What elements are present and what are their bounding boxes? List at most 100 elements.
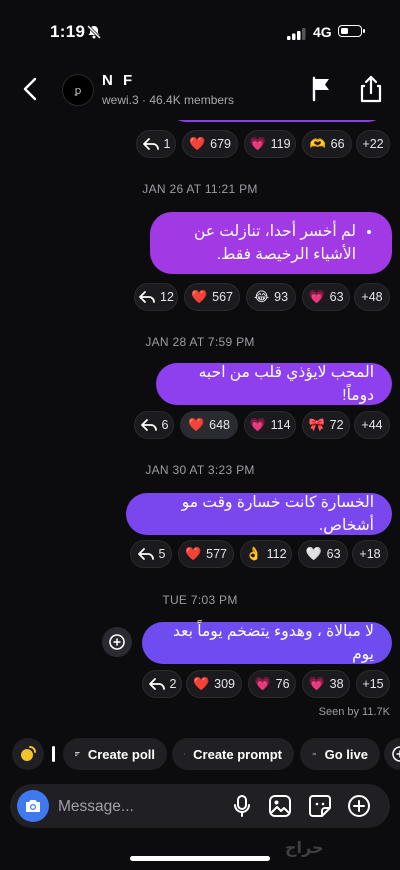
poll-icon — [75, 751, 80, 757]
message-bubble[interactable]: لا مبالاة ، وهدوء يتضخم يوماً بعد يوم — [142, 622, 392, 664]
date-separator: JAN 26 AT 11:21 PM — [142, 182, 258, 196]
create-poll-button[interactable]: Create poll — [63, 738, 167, 770]
reaction-count: 119 — [270, 137, 291, 151]
more-reactions-chip[interactable]: +22 — [356, 130, 390, 158]
reply-count-chip[interactable]: 1 — [136, 130, 176, 158]
pink-heart-emoji: 💗 — [308, 676, 325, 691]
date-separator: TUE 7:03 PM — [162, 593, 238, 607]
message-bubble[interactable]: لم أخسر أحدا، تنازلت عن الأشياء الرخيصة … — [150, 212, 392, 274]
reaction-chip[interactable]: ❤️ 309 — [186, 670, 242, 698]
pink-heart-emoji: 💗 — [308, 289, 325, 304]
back-chevron-icon[interactable] — [20, 76, 42, 107]
reaction-chip[interactable]: ❤️ 679 — [182, 130, 238, 158]
reaction-chip[interactable]: 🎀 72 — [302, 411, 350, 439]
live-broadcast-icon — [312, 752, 316, 756]
reaction-chip[interactable]: 💗 63 — [302, 283, 350, 311]
home-indicator — [130, 856, 270, 861]
create-prompt-button[interactable]: Create prompt — [172, 738, 294, 770]
reaction-chip[interactable]: ❤️ 577 — [178, 540, 234, 568]
message-text: لم أخسر أحدا، تنازلت عن الأشياء الرخيصة … — [168, 220, 356, 266]
microphone-icon[interactable] — [232, 794, 252, 823]
pink-heart-emoji: 💗 — [249, 417, 266, 432]
white-heart-emoji: 🤍 — [305, 546, 322, 561]
more-actions-button[interactable] — [384, 738, 400, 770]
camera-button[interactable] — [17, 790, 49, 822]
sticker-face-icon[interactable] — [308, 794, 332, 823]
reply-count: 2 — [169, 677, 177, 691]
silent-bell-icon — [86, 24, 102, 45]
reaction-count: 72 — [329, 418, 344, 432]
more-reactions-chip[interactable]: +15 — [356, 670, 390, 698]
reaction-count: 567 — [212, 290, 234, 304]
reply-count: 6 — [161, 418, 169, 432]
red-heart-emoji: ❤️ — [187, 417, 205, 432]
more-reactions-chip[interactable]: +18 — [352, 540, 388, 568]
reaction-chip[interactable]: 💗 38 — [302, 670, 350, 698]
channel-title[interactable]: N F — [102, 72, 135, 89]
reaction-count: 38 — [329, 677, 344, 691]
create-prompt-label: Create prompt — [193, 746, 282, 762]
laughing-emoji: 😂 — [253, 289, 270, 304]
message-bubble[interactable]: المحب لايؤذي قلب من احبه دوماً! — [156, 363, 392, 405]
reply-count-chip[interactable]: 6 — [134, 411, 174, 439]
message-input[interactable] — [56, 784, 220, 830]
reply-count: 12 — [160, 290, 174, 304]
channel-avatar[interactable]: ꝑ — [62, 74, 94, 106]
reaction-row: 1 ❤️ 679 💗 119 🫶 66 +22 — [0, 130, 400, 160]
haraj-watermark: حراج — [285, 840, 324, 857]
gallery-icon[interactable] — [268, 794, 292, 823]
actions-divider — [52, 746, 55, 762]
add-reaction-button[interactable] — [102, 627, 132, 657]
reaction-row: 12 ❤️ 567 😂 93 💗 63 +48 — [0, 283, 400, 313]
share-icon[interactable] — [358, 75, 384, 108]
reaction-count: 679 — [210, 137, 232, 151]
reply-count-chip[interactable]: 2 — [142, 670, 182, 698]
reaction-row: 5 ❤️ 577 👌 112 🤍 63 +18 — [0, 540, 400, 570]
reaction-count: 63 — [329, 290, 344, 304]
sticker-button[interactable] — [12, 738, 44, 770]
reply-arrow-icon — [139, 291, 155, 303]
reply-count-chip[interactable]: 5 — [130, 540, 172, 568]
reaction-count: 93 — [274, 290, 289, 304]
camera-icon — [26, 800, 40, 812]
red-heart-emoji: ❤️ — [184, 546, 202, 561]
reply-count: 5 — [158, 547, 166, 561]
reaction-chip[interactable]: 🫶 66 — [302, 130, 352, 158]
reply-count-chip[interactable]: 12 — [134, 283, 178, 311]
ribbon-emoji: 🎀 — [308, 417, 325, 432]
plus-circle-icon[interactable] — [347, 794, 371, 823]
reaction-chip[interactable]: ❤️ 648 — [180, 411, 238, 439]
channel-header: ꝑ N F wewi.3 · 46.4K members — [0, 60, 400, 120]
more-reactions-chip[interactable]: +48 — [354, 283, 390, 311]
reaction-count: 66 — [330, 137, 345, 151]
red-heart-emoji: ❤️ — [188, 136, 206, 151]
reaction-count: 76 — [275, 677, 290, 691]
reaction-chip[interactable]: 💗 114 — [244, 411, 296, 439]
reaction-chip[interactable]: 💗 76 — [248, 670, 296, 698]
reaction-chip[interactable]: 💗 119 — [244, 130, 296, 158]
go-live-button[interactable]: Go live — [300, 738, 380, 770]
go-live-label: Go live — [324, 746, 368, 762]
reaction-chip[interactable]: 🤍 63 — [298, 540, 348, 568]
message-text: لا مبالاة ، وهدوء يتضخم يوماً بعد يوم — [173, 623, 374, 663]
more-reactions-chip[interactable]: +44 — [354, 411, 390, 439]
seen-by-count: Seen by 11.7K — [318, 706, 390, 718]
reaction-count: 577 — [206, 547, 228, 561]
reaction-chip[interactable]: 👌 112 — [240, 540, 292, 568]
heart-hands-emoji: 🫶 — [309, 136, 326, 151]
message-bubble[interactable]: الخسارة كانت خسارة وقت مو أشخاص. — [126, 493, 392, 535]
reaction-count: 114 — [270, 418, 291, 432]
red-heart-emoji: ❤️ — [192, 676, 210, 691]
reaction-chip[interactable]: ❤️ 567 — [184, 283, 240, 311]
reply-arrow-icon — [140, 419, 157, 431]
date-separator: JAN 28 AT 7:59 PM — [145, 335, 255, 349]
reaction-chip[interactable]: 😂 93 — [246, 283, 296, 311]
flag-icon[interactable] — [310, 76, 334, 107]
pink-heart-emoji: 💗 — [249, 136, 266, 151]
reaction-count: 112 — [266, 547, 287, 561]
pink-heart-emoji: 💗 — [254, 676, 271, 691]
ok-hand-emoji: 👌 — [245, 546, 262, 561]
message-text: الخسارة كانت خسارة وقت مو أشخاص. — [181, 494, 374, 534]
network-type: 4G — [313, 24, 332, 40]
create-poll-label: Create poll — [87, 746, 155, 762]
